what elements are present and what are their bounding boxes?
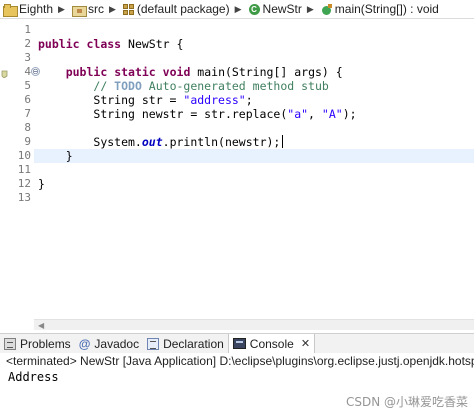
problems-icon <box>4 337 16 350</box>
bottom-panel-tabs: Problems @ Javadoc Declaration Console ✕ <box>0 333 474 353</box>
code-line[interactable]: public static void main(String[] args) { <box>38 65 343 79</box>
breadcrumb-separator-icon[interactable]: ▶ <box>58 4 65 15</box>
line-number: 6 <box>24 93 31 106</box>
breadcrumb: Eighth ▶ src ▶ (default package) ▶ C NewStr ▶ mai… <box>0 0 474 19</box>
console-status-line: <terminated> NewStr [Java Application] D… <box>0 353 474 369</box>
line-number: 5 <box>24 79 31 92</box>
code-token: main(String[] args) { <box>190 65 343 79</box>
console-icon <box>232 338 246 349</box>
comment-token: // <box>93 79 115 93</box>
watermark: CSDN @小琳爱吃香菜 <box>346 395 469 409</box>
breadcrumb-item[interactable]: C NewStr <box>246 2 302 16</box>
code-line[interactable]: System.out.println(newstr); <box>38 135 284 149</box>
line-number: 8 <box>24 121 31 134</box>
horizontal-scrollbar[interactable]: ◀ <box>34 319 474 330</box>
string-literal-token: "a" <box>287 107 309 121</box>
keyword-token: public <box>38 37 80 51</box>
declaration-icon <box>147 337 160 350</box>
console-output-text: Address <box>8 370 59 384</box>
tab-label: Console <box>249 336 294 351</box>
line-number: 11 <box>17 163 31 176</box>
todo-tag-token: TODO <box>114 79 142 93</box>
code-line[interactable]: } <box>38 177 45 191</box>
code-line[interactable]: // TODO Auto-generated method stub <box>38 79 329 93</box>
breadcrumb-label: Eighth <box>19 2 54 16</box>
line-number: 7 <box>24 107 31 120</box>
javadoc-icon: @ <box>78 336 91 351</box>
tab-label: Problems <box>20 336 71 351</box>
breadcrumb-label: main(String[]) : void <box>334 2 439 16</box>
tab-declaration[interactable]: Declaration <box>143 334 228 353</box>
class-icon: C <box>248 3 260 15</box>
string-literal-token: "address" <box>183 93 246 107</box>
breadcrumb-separator-icon[interactable]: ▶ <box>109 4 116 15</box>
source-folder-icon <box>71 4 87 17</box>
line-number: 4 <box>24 65 31 78</box>
text-caret <box>282 135 284 148</box>
line-number: 3 <box>24 51 31 64</box>
line-number: 2 <box>24 37 31 50</box>
method-icon <box>321 3 332 15</box>
keyword-token: void <box>162 65 191 79</box>
code-text-area[interactable]: public class NewStr { public static void… <box>38 19 474 319</box>
warning-marker-icon[interactable] <box>1 63 8 79</box>
breadcrumb-item[interactable]: Eighth <box>0 2 54 17</box>
comment-token: Auto-generated method stub <box>141 79 329 93</box>
close-icon[interactable]: ✕ <box>301 337 310 350</box>
breadcrumb-label: src <box>87 2 104 16</box>
keyword-token: public <box>65 65 108 79</box>
code-token: String newstr = str.replace( <box>93 107 288 121</box>
tab-label: Declaration <box>163 336 224 351</box>
line-number-gutter: 1 2 3 4 5 6 7 8 9 10 11 12 13 ⊖ <box>8 19 40 330</box>
static-field-token: out <box>141 135 163 149</box>
code-token: , <box>308 107 322 121</box>
code-line[interactable]: } <box>38 149 73 163</box>
tab-label: Javadoc <box>94 336 140 351</box>
breadcrumb-separator-icon[interactable]: ▶ <box>235 4 242 15</box>
breadcrumb-item[interactable]: src <box>69 2 104 17</box>
keyword-token: class <box>86 37 122 51</box>
tab-problems[interactable]: Problems <box>0 334 75 353</box>
scroll-left-arrow-icon[interactable]: ◀ <box>38 321 44 330</box>
tab-console[interactable]: Console ✕ <box>227 334 316 353</box>
code-token: } <box>38 177 45 191</box>
code-editor[interactable]: 1 2 3 4 5 6 7 8 9 10 11 12 13 ⊖ public class NewStr {… <box>0 19 474 330</box>
breadcrumb-label: (default package) <box>136 2 230 16</box>
code-line[interactable]: public class NewStr { <box>38 37 183 51</box>
code-line[interactable]: String newstr = str.replace("a", "A"); <box>38 107 357 121</box>
code-line[interactable]: String str = "address"; <box>38 93 253 107</box>
line-number: 13 <box>17 191 31 204</box>
breadcrumb-item[interactable]: (default package) <box>120 2 230 16</box>
package-icon <box>122 3 134 15</box>
code-token: ; <box>245 93 253 107</box>
code-token: NewStr { <box>121 37 184 51</box>
breadcrumb-label: NewStr <box>262 2 302 16</box>
code-token: ); <box>342 107 357 121</box>
string-literal-token: "A" <box>321 107 343 121</box>
code-token: String str = <box>93 93 184 107</box>
line-number: 1 <box>24 23 31 36</box>
line-number: 10 <box>17 149 31 162</box>
line-number: 9 <box>24 135 31 148</box>
code-token: } <box>65 149 73 163</box>
quick-diff-ruler <box>0 19 8 330</box>
breadcrumb-separator-icon[interactable]: ▶ <box>307 4 314 15</box>
tab-javadoc[interactable]: @ Javadoc <box>75 334 143 353</box>
code-token: .println(newstr); <box>162 135 281 149</box>
code-token: System. <box>93 135 142 149</box>
breadcrumb-item[interactable]: main(String[]) : void <box>318 2 439 16</box>
project-folder-icon <box>3 3 18 17</box>
line-number: 12 <box>17 177 31 190</box>
keyword-token: static <box>114 65 156 79</box>
